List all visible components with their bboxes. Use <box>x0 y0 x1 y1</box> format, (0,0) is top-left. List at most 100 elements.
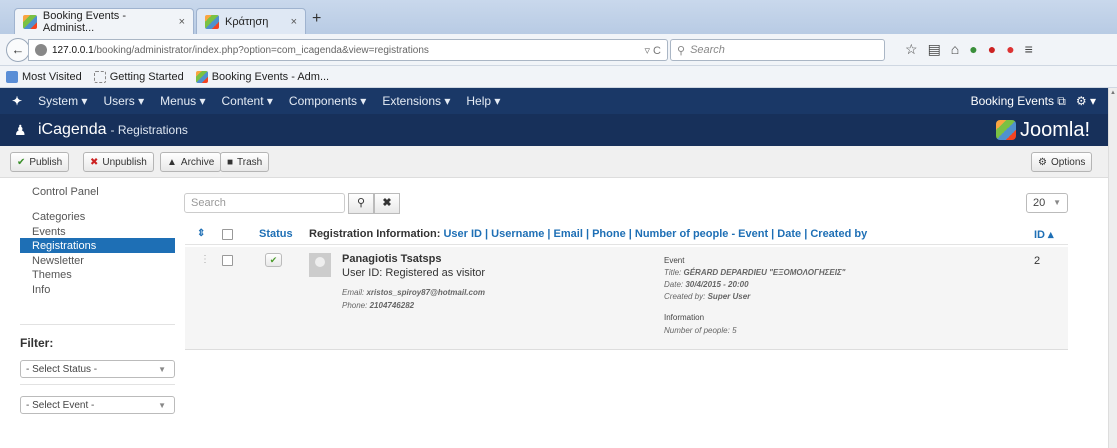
menu-components[interactable]: Components ▾ <box>281 94 374 108</box>
tab-title: Κράτηση <box>225 15 269 28</box>
col-info-sort-links[interactable]: User ID | Username | Email | Phone | Num… <box>443 228 867 240</box>
addon-abp-icon[interactable]: ● <box>988 41 996 58</box>
menu-menus[interactable]: Menus ▾ <box>152 94 213 108</box>
phone-line: Phone: 2104746282 <box>342 301 414 310</box>
scroll-up-icon[interactable]: ▲ <box>1110 90 1116 96</box>
list-limit-select[interactable]: 20 ▼ <box>1026 193 1068 213</box>
select-value: - Select Status - <box>26 363 98 375</box>
people-count: 5 <box>732 326 737 335</box>
information-heading: Information <box>664 313 705 322</box>
col-registration-info: Registration Information: User ID | User… <box>309 228 867 240</box>
tab-title: Booking Events - Administ... <box>42 9 127 34</box>
component-header: ♟ iCagenda - Registrations Joomla! <box>0 114 1108 146</box>
url-bar[interactable]: 127.0.0.1/booking/administrator/index.ph… <box>28 39 668 61</box>
created-label: Created by: <box>664 292 706 301</box>
bookmark-label: Booking Events - Adm... <box>211 70 330 83</box>
joomla-logo-icon[interactable]: ✦ <box>0 94 30 108</box>
status-filter-select[interactable]: - Select Status - ▼ <box>20 360 175 378</box>
close-icon[interactable]: × <box>291 16 297 28</box>
extension-icon[interactable]: ● <box>969 41 977 58</box>
archive-button[interactable]: ▲ Archive <box>160 152 222 172</box>
menu-extensions[interactable]: Extensions ▾ <box>374 94 458 108</box>
sidebar-item-events[interactable]: Events <box>20 224 175 239</box>
sidebar-item-newsletter[interactable]: Newsletter <box>20 253 175 268</box>
new-tab-button[interactable]: + <box>312 10 321 28</box>
reload-icon[interactable]: ▿ C <box>644 44 661 57</box>
published-toggle[interactable]: ✔ <box>265 253 282 267</box>
bookmark-star-icon[interactable]: ☆ <box>905 41 918 58</box>
email-value: xristos_spiroy87@hotmail.com <box>366 288 485 297</box>
menu-system[interactable]: System ▾ <box>30 94 95 108</box>
url-host: 127.0.0.1 <box>52 44 94 56</box>
phone-value: 2104746282 <box>369 301 415 310</box>
event-filter-select[interactable]: - Select Event - ▼ <box>20 396 175 414</box>
menu-users[interactable]: Users ▾ <box>95 94 152 108</box>
joomla-favicon-icon <box>195 70 208 83</box>
menu-icon[interactable]: ≡ <box>1025 41 1033 58</box>
joomla-favicon-icon <box>205 14 219 29</box>
menu-help[interactable]: Help ▾ <box>458 94 508 108</box>
menu-content[interactable]: Content ▾ <box>214 94 281 108</box>
bookmark-booking-events[interactable]: Booking Events - Adm... <box>195 70 330 83</box>
col-id[interactable]: ID ▴ <box>1034 228 1054 241</box>
divider <box>20 384 175 385</box>
addon-red-icon[interactable]: ● <box>1006 41 1014 58</box>
back-button[interactable]: ← <box>6 38 30 62</box>
sidebar-item-control-panel[interactable]: Control Panel <box>20 186 175 209</box>
select-value: 20 <box>1033 197 1046 209</box>
bookmarks-menu-icon[interactable]: ▤ <box>928 41 941 58</box>
user-id: User ID: Registered as visitor <box>342 267 486 279</box>
ordering-sort-icon[interactable]: ⇕ <box>197 228 205 239</box>
search-button[interactable]: ⚲ <box>348 193 374 214</box>
created-by: Super User <box>707 292 751 301</box>
close-icon[interactable]: × <box>179 16 185 28</box>
bookmark-most-visited[interactable]: Most Visited <box>6 70 82 83</box>
row-checkbox[interactable] <box>222 255 233 266</box>
button-label: Archive <box>180 156 215 168</box>
chevron-down-icon: ▼ <box>158 400 166 410</box>
sidebar-item-themes[interactable]: Themes <box>20 267 175 282</box>
registrant-name[interactable]: Panagiotis Tsatsps <box>342 253 441 265</box>
browser-tabbar: Booking Events - Administ... × Κράτηση ×… <box>0 0 1117 34</box>
divider <box>20 324 175 325</box>
button-label: Trash <box>237 156 263 168</box>
page-title: iCagenda <box>38 121 107 138</box>
sidebar-item-registrations[interactable]: Registrations <box>20 238 175 253</box>
clear-search-button[interactable]: ✖ <box>374 193 400 214</box>
title-label: Title: <box>664 268 682 277</box>
sidebar-item-categories[interactable]: Categories <box>20 209 175 224</box>
col-info-prefix: Registration Information: <box>309 228 444 240</box>
select-all-checkbox[interactable] <box>222 229 233 240</box>
browser-toolbar-icons: ☆ ▤ ⌂ ● ● ● ≡ <box>905 41 1033 58</box>
search-placeholder: Search <box>690 44 725 56</box>
page-scrollbar[interactable]: ▲ <box>1108 88 1117 448</box>
sidebar-item-info[interactable]: Info <box>20 282 175 297</box>
home-icon[interactable]: ⌂ <box>951 41 959 58</box>
site-info-icon[interactable] <box>35 44 47 56</box>
chevron-down-icon: ▼ <box>158 364 166 374</box>
site-link[interactable]: Booking Events ⧉ <box>971 94 1066 109</box>
event-date: 30/4/2015 - 20:00 <box>685 280 749 289</box>
event-date-line: Date: 30/4/2015 - 20:00 <box>664 280 749 289</box>
browser-search-input[interactable]: ⚲ Search <box>670 39 885 61</box>
search-input[interactable]: Search <box>184 193 345 213</box>
col-status[interactable]: Status <box>259 228 293 240</box>
drag-handle-icon[interactable]: ⋮ <box>200 254 210 265</box>
date-label: Date: <box>664 280 684 289</box>
event-title: GÉRARD DEPARDIEU "ΕΞΟΜΟΛΟΓΗΣΕΙΣ" <box>683 268 846 277</box>
tab-booking-events[interactable]: Booking Events - Administ... × <box>14 8 194 34</box>
unpublish-button[interactable]: ✖ Unpublish <box>83 152 154 172</box>
options-button[interactable]: ⚙ Options <box>1031 152 1093 172</box>
publish-button[interactable]: ✔ Publish <box>10 152 70 172</box>
close-icon: ✖ <box>382 197 392 209</box>
settings-gear-icon[interactable]: ⚙ ▾ <box>1076 94 1096 109</box>
page-subtitle: - Registrations <box>110 123 188 137</box>
most-visited-icon <box>6 70 18 83</box>
people-line: Number of people: 5 <box>664 326 737 335</box>
tab-kratisi[interactable]: Κράτηση × <box>196 8 306 34</box>
trash-button[interactable]: ■ Trash <box>220 152 270 172</box>
cancel-circle-icon: ✖ <box>90 156 99 168</box>
joomla-admin-menu: ✦ System ▾ Users ▾ Menus ▾ Content ▾ Com… <box>0 88 1108 114</box>
bookmark-getting-started[interactable]: Getting Started <box>93 70 184 83</box>
phone-label: Phone: <box>342 301 368 310</box>
